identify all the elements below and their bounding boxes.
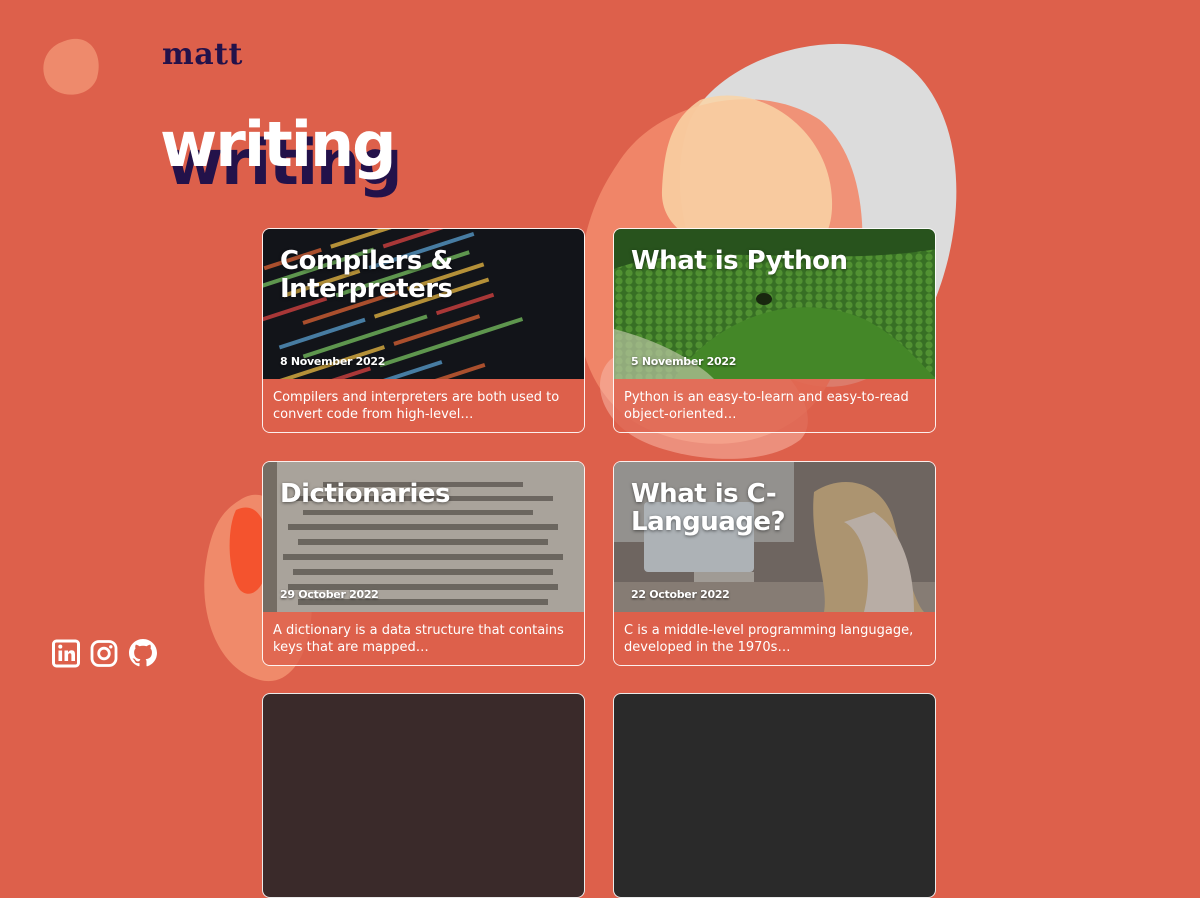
article-excerpt: A dictionary is a data structure that co… bbox=[273, 623, 564, 655]
article-excerpt: C is a middle-level programming langugag… bbox=[624, 623, 914, 655]
article-date: 5 November 2022 bbox=[631, 355, 737, 368]
page-heading: writing writing bbox=[160, 114, 460, 204]
article-card-dictionaries[interactable]: Dictionaries 29 October 2022 A dictionar… bbox=[262, 461, 585, 666]
github-icon[interactable] bbox=[129, 638, 157, 668]
instagram-icon[interactable] bbox=[90, 638, 118, 668]
blob-top-left bbox=[43, 38, 99, 95]
background-blobs bbox=[43, 38, 957, 682]
article-date: 22 October 2022 bbox=[631, 588, 730, 601]
linkedin-icon[interactable] bbox=[52, 638, 80, 668]
article-date: 29 October 2022 bbox=[280, 588, 379, 601]
article-title: What is Python bbox=[631, 246, 848, 276]
article-card-python[interactable]: What is Python 5 November 2022 Python is… bbox=[613, 228, 936, 433]
article-excerpt: Python is an easy-to-learn and easy-to-r… bbox=[624, 390, 909, 422]
article-excerpt: Compilers and interpreters are both used… bbox=[273, 390, 560, 422]
article-excerpt-panel: Compilers and interpreters are both used… bbox=[263, 379, 584, 432]
article-card-c-language[interactable]: What is C-Language? 22 October 2022 C is… bbox=[613, 461, 936, 666]
article-card-partial-right[interactable] bbox=[613, 693, 936, 898]
article-card-compilers[interactable]: Compilers & Interpreters 8 November 2022… bbox=[262, 228, 585, 433]
site-logo[interactable]: matt bbox=[162, 40, 243, 70]
article-excerpt-panel: Python is an easy-to-learn and easy-to-r… bbox=[614, 379, 935, 432]
article-excerpt-panel: A dictionary is a data structure that co… bbox=[263, 612, 584, 665]
article-excerpt-panel: C is a middle-level programming langugag… bbox=[614, 612, 935, 665]
page-title: writing bbox=[160, 108, 397, 181]
article-title: Dictionaries bbox=[280, 479, 451, 509]
article-title: What is C-Language? bbox=[631, 479, 786, 537]
article-card-partial-left[interactable] bbox=[262, 693, 585, 898]
article-title: Compilers & Interpreters bbox=[280, 246, 453, 304]
article-date: 8 November 2022 bbox=[280, 355, 386, 368]
